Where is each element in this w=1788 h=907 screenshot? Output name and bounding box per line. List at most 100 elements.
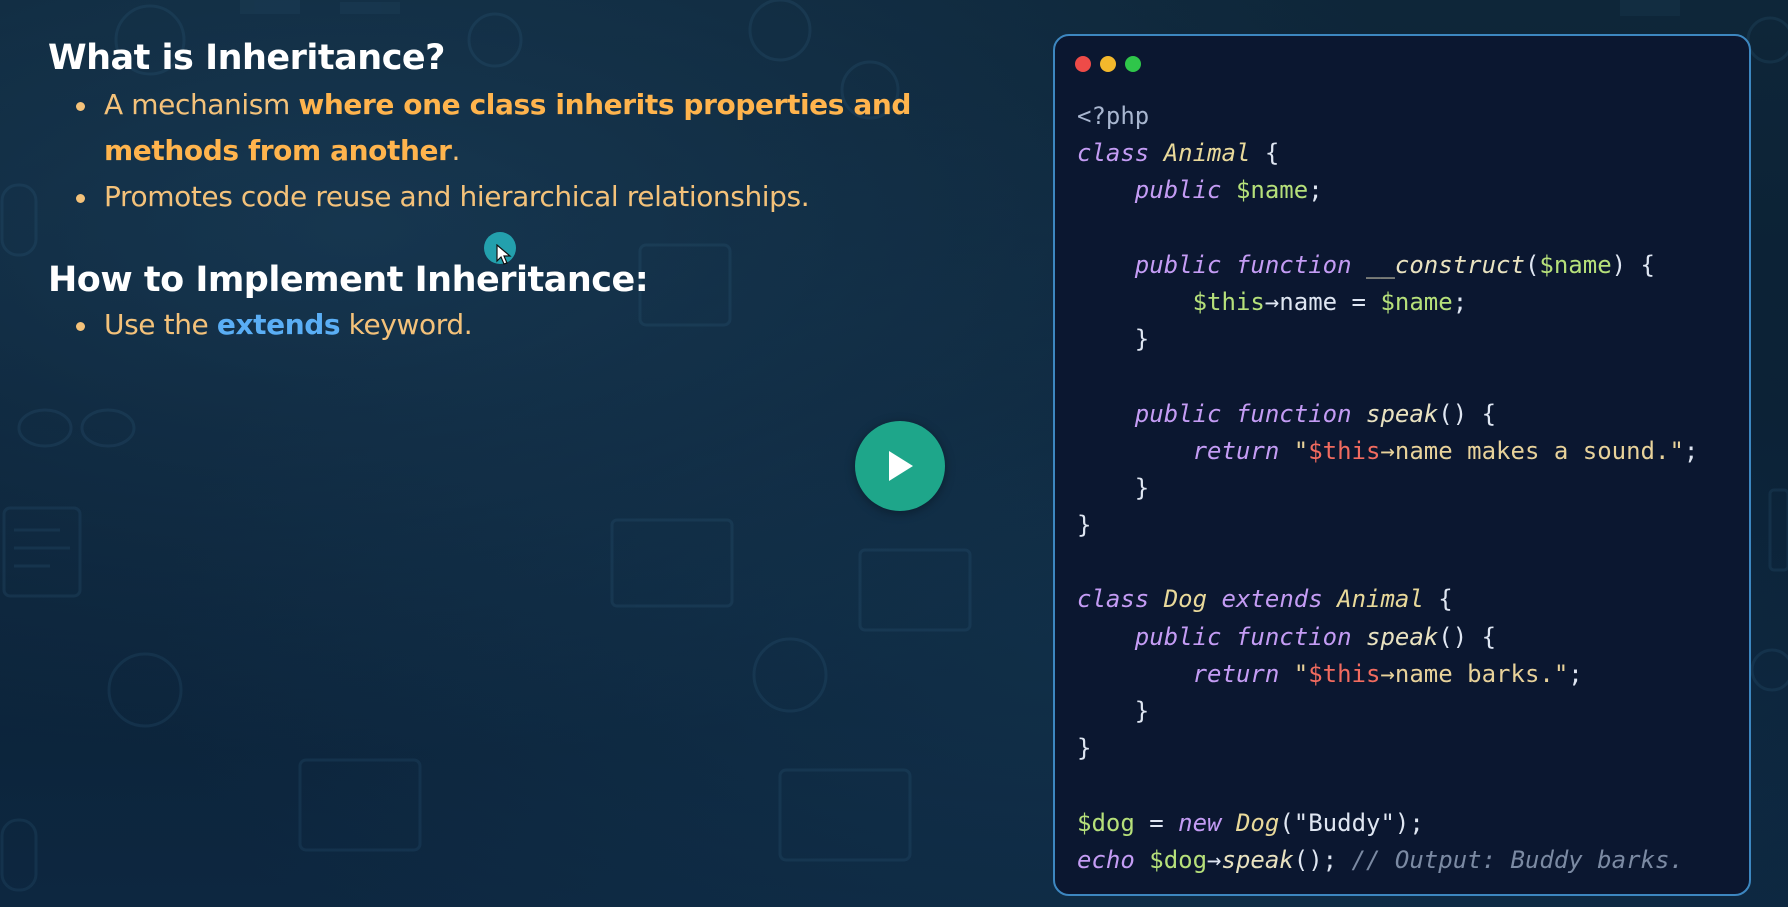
code-token: ; — [1308, 176, 1323, 205]
code-token: Animal — [1163, 139, 1251, 168]
code-token: extends — [1221, 585, 1323, 614]
code-token: return — [1192, 659, 1280, 688]
code-token: $name — [1380, 287, 1453, 316]
code-token: $this — [1308, 659, 1381, 688]
bullet-mechanism-suffix: . — [451, 134, 461, 167]
code-line: <?php — [1077, 98, 1698, 135]
code-token: { — [1250, 139, 1280, 168]
code-token: $this — [1192, 287, 1265, 316]
code-token: (); — [1293, 845, 1352, 874]
bullet-mechanism: A mechanism where one class inherits pro… — [76, 82, 1028, 174]
code-token: →name makes a sound." — [1380, 436, 1684, 465]
code-token: __construct — [1366, 250, 1525, 279]
code-token: public — [1134, 622, 1222, 651]
code-line: } — [1077, 321, 1698, 358]
code-token: ) { — [1611, 250, 1656, 279]
code-token: speak — [1221, 845, 1294, 874]
code-line: public function speak() { — [1077, 619, 1698, 656]
code-token: return — [1192, 436, 1280, 465]
code-line: public function speak() { — [1077, 396, 1698, 433]
code-token: Animal — [1337, 585, 1424, 614]
window-minimize-dot — [1100, 56, 1116, 72]
code-token: } — [1077, 473, 1150, 502]
code-token: } — [1077, 697, 1150, 725]
bullet-extends: Use the extends keyword. — [76, 302, 676, 348]
code-token: { — [1423, 585, 1453, 614]
video-slide: What is Inheritance? A mechanism where o… — [0, 0, 1788, 907]
code-token: () { — [1438, 622, 1497, 651]
code-token: echo — [1077, 845, 1135, 874]
code-token: " — [1293, 659, 1309, 688]
code-token: $this — [1308, 436, 1381, 465]
bullet-extends-keyword: extends — [216, 308, 341, 341]
code-line: public function __construct($name) { — [1077, 247, 1698, 284]
code-token: → — [1207, 845, 1222, 874]
code-token: $dog — [1149, 845, 1208, 874]
code-token: ; — [1452, 287, 1468, 316]
bullet-extends-suffix: keyword. — [340, 308, 473, 341]
code-token: function — [1235, 250, 1352, 279]
code-token: public — [1134, 399, 1222, 428]
window-close-dot — [1075, 56, 1091, 72]
code-token: →name = — [1264, 287, 1381, 316]
cursor-icon — [496, 244, 512, 265]
code-line: return "$this→name makes a sound."; — [1077, 433, 1699, 470]
bullet-code-reuse: Promotes code reuse and hierarchical rel… — [76, 174, 1028, 220]
code-token: →name barks." — [1380, 659, 1569, 688]
code-token: () { — [1438, 399, 1497, 428]
code-token: speak — [1366, 399, 1439, 428]
code-line: public $name; — [1077, 172, 1698, 209]
code-line: $dog = new Dog("Buddy"); — [1077, 805, 1698, 842]
code-line: class Animal { — [1077, 135, 1698, 172]
code-line: echo $dog→speak(); // Output: Buddy bark… — [1077, 842, 1698, 879]
code-line: } — [1077, 730, 1698, 767]
window-controls — [1075, 56, 1141, 72]
bullet-list-definition: A mechanism where one class inherits pro… — [76, 82, 1028, 220]
code-token: ; — [1568, 659, 1583, 688]
play-button[interactable] — [855, 421, 945, 511]
code-token: ("Buddy"); — [1279, 808, 1424, 837]
code-token: " — [1293, 436, 1309, 465]
code-token: // Output: Buddy barks. — [1351, 845, 1684, 874]
bullet-mechanism-prefix: A mechanism — [104, 88, 299, 121]
heading-what-is-inheritance: What is Inheritance? — [48, 38, 445, 78]
code-token: } — [1077, 734, 1092, 763]
code-token: Dog — [1163, 585, 1208, 614]
php-code-block: <?php class Animal { public $name; public… — [1077, 98, 1698, 879]
code-token: $name — [1539, 250, 1612, 279]
code-token: function — [1235, 622, 1352, 651]
code-token: speak — [1366, 622, 1439, 651]
code-line: return "$this→name barks."; — [1077, 656, 1698, 693]
code-token: ( — [1524, 250, 1540, 279]
code-token: function — [1235, 399, 1352, 428]
code-line: } — [1077, 507, 1698, 544]
code-token: public — [1134, 176, 1222, 205]
code-token: <?php — [1077, 102, 1150, 130]
code-token: public — [1134, 250, 1222, 279]
code-token: ; — [1683, 436, 1699, 465]
code-line: $this→name = $name; — [1077, 284, 1698, 321]
window-maximize-dot — [1125, 56, 1141, 72]
play-icon — [889, 451, 913, 481]
code-line: } — [1077, 693, 1698, 730]
code-token: } — [1077, 325, 1150, 354]
